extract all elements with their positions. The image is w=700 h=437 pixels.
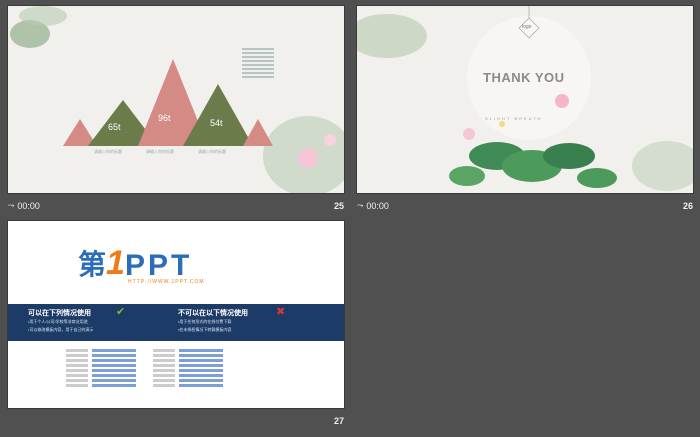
slide-25-number: 25 [333,201,344,211]
slide-thumbnail-26[interactable]: logo THANK YOU SLIGHT BREATH [357,6,693,193]
placeholder-text-block [242,46,274,80]
brand-logo: 第 1 PPT [78,244,193,282]
slide-27-number: 27 [333,416,344,426]
play-icon[interactable]: ⤳ [8,201,14,211]
thank-you-title: THANK YOU [483,70,565,85]
resource-links-left [66,349,156,389]
slide-thumbnail-27[interactable]: 第 1 PPT HTTP://WWW.1PPT.COM 可以在下列情况使用 ✔ … [8,221,344,408]
forbidden-item-1: •用于任何形式的在线付费下载 [178,319,232,324]
thank-you-subtitle: SLIGHT BREATH [485,116,543,121]
slide-thumbnail-25[interactable]: 65t 96t 54t 请输入你的标题 请输入你的标题 请输入你的标题 [8,6,344,193]
slide-25-canvas [10,6,344,193]
peak-value-3: 54t [210,118,223,128]
allowed-title: 可以在下列情况使用 [28,310,91,317]
resource-links-right [153,349,243,389]
slide-25-meta: ⤳ 00:00 25 [8,199,344,215]
play-icon[interactable]: ⤳ [357,201,363,211]
forbidden-item-2: •在未授权情况下转载模板内容 [178,327,232,332]
allowed-item-2: •可以修改模板内容，用于自己的演示 [28,327,94,332]
slide-26-meta: ⤳ 00:00 26 [357,199,693,215]
slide-26-duration: 00:00 [366,201,389,211]
forbidden-title: 不可以在以下情况使用 [178,310,248,317]
brand-url: HTTP://WWW.1PPT.COM [128,279,205,285]
peak-caption-3: 请输入你的标题 [198,149,226,154]
cross-icon: ✖ [276,306,286,318]
peak-caption-2: 请输入你的标题 [146,149,174,154]
slide-26-canvas [357,6,693,191]
slide-25-duration: 00:00 [17,201,40,211]
slide-26-number: 26 [682,201,693,211]
allowed-item-1: •用于个人/公司/学校等非商业用途 [28,319,88,324]
logo-label: logo [522,24,532,30]
peak-value-1: 65t [108,122,121,132]
peak-caption-1: 请输入你的标题 [94,149,122,154]
usage-band: 可以在下列情况使用 ✔ •用于个人/公司/学校等非商业用途 •可以修改模板内容，… [8,304,344,341]
check-icon: ✔ [116,306,126,318]
slide-27-meta: 27 [8,414,344,430]
peak-value-2: 96t [158,113,171,123]
